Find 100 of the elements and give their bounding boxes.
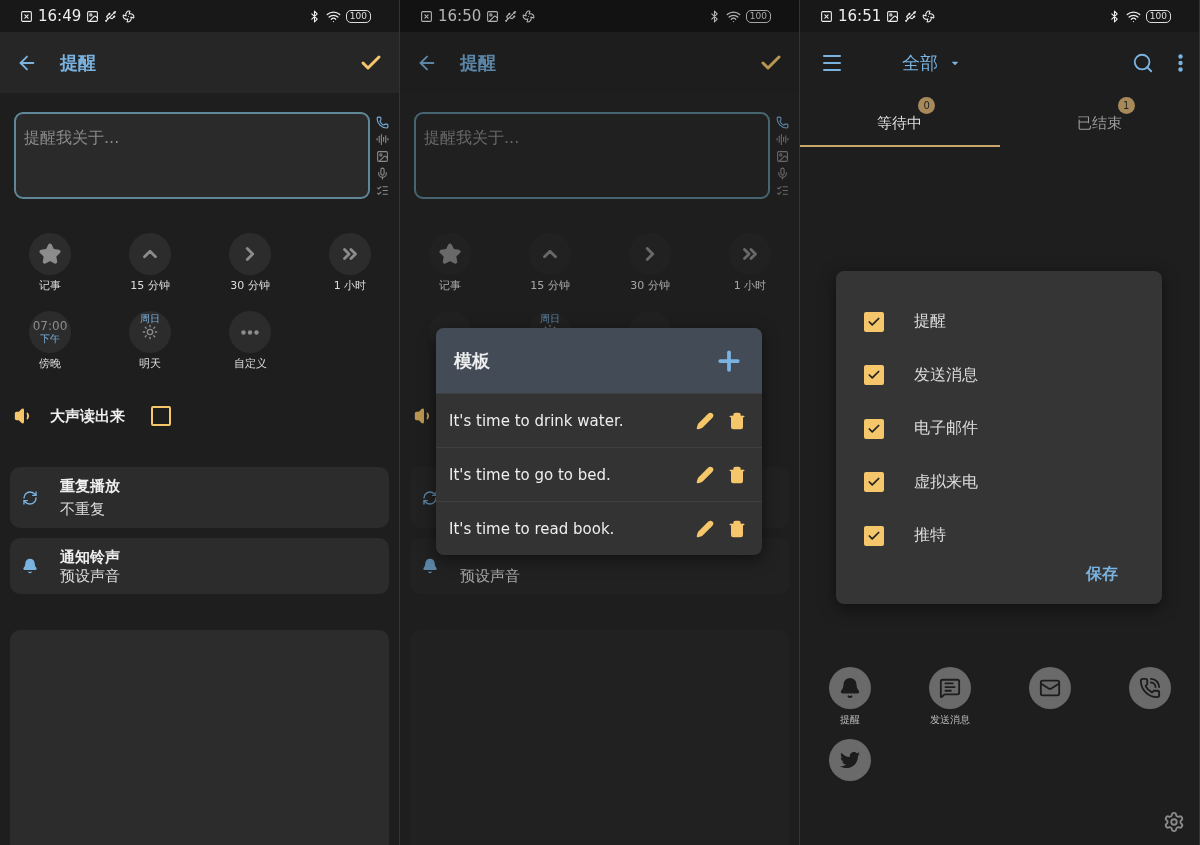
count-badge: 1 [1117,97,1135,114]
close-box-icon [20,9,33,23]
edit-button[interactable] [696,465,714,484]
delete-button[interactable] [728,519,746,538]
repeat-value: 不重复 [60,499,106,519]
bell-icon [22,558,38,574]
day-text: 周日 [540,313,560,324]
wifi-icon [1125,8,1141,24]
search-button[interactable] [1132,51,1154,74]
settings-button[interactable] [1163,811,1185,833]
call-icon [1139,677,1161,699]
close-box-icon [420,9,433,23]
filter-checkbox[interactable] [864,365,884,386]
template-text[interactable]: It's time to go to bed. [449,465,682,484]
usb-icon [504,9,518,23]
save-button[interactable]: 保存 [1080,563,1124,586]
image-icon[interactable] [776,150,789,163]
search-icon [1132,51,1154,74]
status-time: 16:51 [838,7,882,25]
filter-label: 发送消息 [914,364,978,386]
pencil-icon [696,465,714,484]
pencil-icon [696,519,714,538]
tab[interactable]: 等待中 0 [800,93,1000,147]
filter-checkbox[interactable] [864,418,884,439]
trash-icon [728,465,746,484]
audio-icon[interactable] [776,133,789,146]
image-icon[interactable] [376,150,389,163]
filter-checkbox[interactable] [864,525,884,546]
phone-icon[interactable] [376,116,389,129]
delete-button[interactable] [728,465,746,484]
quick-time-label: 1 小时 [733,280,767,293]
app-icon [86,9,100,23]
filter-title[interactable]: 全部 [902,50,938,75]
filter-checkbox[interactable] [864,472,884,493]
quick-time-button[interactable] [129,233,171,275]
quick-time-label: 傍晚 [39,358,61,371]
category-label: 提醒 [840,714,860,725]
bell-icon [839,677,861,699]
sound-card[interactable]: 通知铃声 预设声音 [10,538,389,594]
fan-icon [922,9,936,23]
repeat-card[interactable]: 重复播放 不重复 [10,467,389,528]
wifi-icon [725,8,741,24]
read-aloud-checkbox[interactable] [151,406,171,426]
template-text[interactable]: It's time to drink water. [449,411,682,430]
quick-time-button[interactable]: 周日 [129,311,171,353]
more-button[interactable] [1178,53,1183,72]
phone-icon[interactable] [776,116,789,129]
pencil-icon [696,411,714,430]
read-aloud-label: 大声读出来 [50,406,125,426]
status-time: 16:50 [438,7,482,25]
day-text: 周日 [140,313,160,324]
app-icon [886,9,900,23]
mail-icon [1039,677,1061,699]
quick-time-button[interactable] [229,311,271,353]
category-button[interactable] [929,667,971,709]
category-button[interactable] [1129,667,1171,709]
template-text[interactable]: It's time to read book. [449,519,682,538]
quick-time-button[interactable] [229,233,271,275]
usb-icon [104,9,118,23]
category-label: 发送消息 [930,714,970,725]
bird-icon [840,750,860,770]
message-icon [939,677,961,699]
category-button[interactable] [1029,667,1071,709]
trash-icon [728,411,746,430]
settings-icon [1163,811,1185,833]
fan-icon [122,9,136,23]
microphone-icon[interactable] [776,167,789,180]
battery-indicator: 100 [345,9,371,23]
screen-title: 提醒 [60,50,96,75]
battery-indicator: 100 [1145,9,1171,23]
tab[interactable]: 已结束 1 [999,93,1199,147]
category-button[interactable] [829,667,871,709]
audio-icon[interactable] [376,133,389,146]
bell-icon [422,558,438,574]
battery-indicator: 100 [745,9,771,23]
status-time: 16:49 [38,7,82,25]
star-icon [39,243,61,265]
fan-icon [522,9,536,23]
more-icon [1178,53,1183,72]
dialog-title: 模板 [454,348,490,373]
checklist-icon[interactable] [376,184,389,197]
edit-button[interactable] [696,411,714,430]
quick-time-button[interactable] [329,233,371,275]
screen-title: 提醒 [460,50,496,75]
quick-time-label: 明天 [139,358,161,371]
reminder-input[interactable]: 提醒我关于... [414,112,770,199]
microphone-icon[interactable] [376,167,389,180]
edit-button[interactable] [696,519,714,538]
checklist-icon[interactable] [776,184,789,197]
quick-time-button[interactable] [29,233,71,275]
delete-button[interactable] [728,411,746,430]
reminder-input[interactable]: 提醒我关于... [14,112,370,199]
quick-time-label: 30 分钟 [230,280,270,293]
quick-time-button[interactable]: 07:00 下午 [29,311,71,353]
repeat-icon [422,489,438,506]
filter-checkbox[interactable] [864,311,884,332]
sound-value: 预设声音 [460,567,520,586]
time-text: 07:00 [32,319,68,334]
category-button[interactable] [829,739,871,781]
quick-time-label: 30 分钟 [630,280,670,293]
